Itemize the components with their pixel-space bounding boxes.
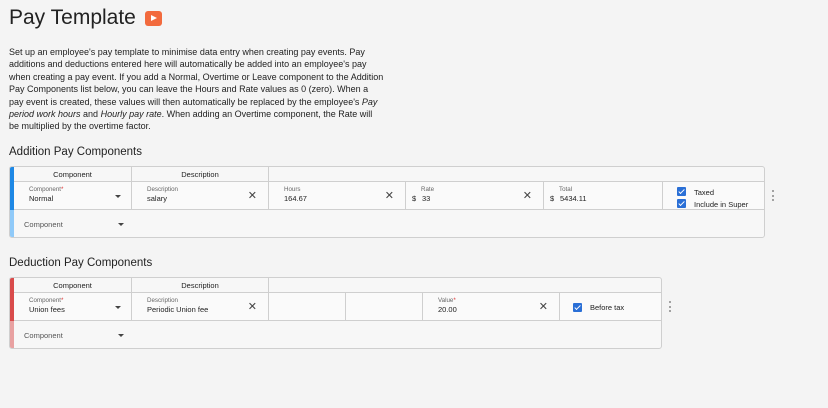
addition-hours-value: 164.67 <box>284 194 307 203</box>
clear-value-icon[interactable]: ✕ <box>539 302 548 313</box>
deduction-section-title: Deduction Pay Components <box>9 257 153 269</box>
before-tax-checkbox[interactable] <box>573 303 582 312</box>
deduction-description-field[interactable]: Description Periodic Union fee ✕ <box>132 293 269 320</box>
taxed-checkbox[interactable] <box>677 187 686 196</box>
page-title-text: Pay Template <box>9 6 136 29</box>
deduction-options: Before tax <box>560 293 661 320</box>
deduction-header-spacer <box>269 278 661 293</box>
deduction-component-select[interactable]: Component* Union fees <box>14 293 132 320</box>
addition-row-more-icon[interactable] <box>771 190 775 202</box>
deduction-component-value: Union fees <box>29 305 65 314</box>
addition-options: Taxed Include in Super <box>663 182 764 209</box>
total-currency: $ <box>550 194 555 203</box>
addition-rate-value: 33 <box>422 194 431 203</box>
deduction-blank-cell-2 <box>346 293 423 320</box>
taxed-label: Taxed <box>694 188 715 197</box>
addition-total-field: Total $ 5434.11 <box>544 182 663 209</box>
deduction-row-more-icon[interactable] <box>668 301 672 313</box>
addition-component-value: Normal <box>29 194 54 203</box>
rate-currency: $ <box>412 194 417 203</box>
addition-header-spacer <box>269 167 764 182</box>
include-super-checkbox[interactable] <box>677 199 686 208</box>
intro-text: Set up an employee's pay template to min… <box>9 47 384 132</box>
deduction-value-field[interactable]: Value* 20.00 ✕ <box>423 293 560 320</box>
include-super-label: Include in Super <box>694 200 749 209</box>
clear-rate-icon[interactable]: ✕ <box>523 191 532 202</box>
addition-section-title: Addition Pay Components <box>9 146 142 158</box>
chevron-down-icon[interactable] <box>115 306 121 309</box>
addition-new-component-select[interactable]: Component <box>14 211 132 237</box>
before-tax-label: Before tax <box>590 303 625 312</box>
addition-rate-field[interactable]: Rate $ 33 ✕ <box>406 182 544 209</box>
chevron-down-icon[interactable] <box>118 223 124 226</box>
addition-hours-field[interactable]: Hours 164.67 ✕ <box>269 182 406 209</box>
clear-hours-icon[interactable]: ✕ <box>385 191 394 202</box>
deduction-value-value: 20.00 <box>438 305 457 314</box>
addition-description-field[interactable]: Description salary ✕ <box>132 182 269 209</box>
addition-total-value: 5434.11 <box>560 194 587 203</box>
addition-header-description: Description <box>132 167 269 182</box>
deduction-blank-cell-1 <box>269 293 346 320</box>
addition-description-value: salary <box>147 194 168 203</box>
addition-components-panel: Component Description Component* Normal … <box>9 166 765 238</box>
divider <box>14 209 764 210</box>
video-play-icon[interactable] <box>144 10 162 26</box>
clear-description-icon[interactable]: ✕ <box>248 302 257 313</box>
addition-header-component: Component <box>14 167 132 182</box>
clear-description-icon[interactable]: ✕ <box>248 191 257 202</box>
divider <box>14 320 661 321</box>
deduction-description-value: Periodic Union fee <box>147 305 209 314</box>
addition-component-select[interactable]: Component* Normal <box>14 182 132 209</box>
deduction-header-description: Description <box>132 278 269 293</box>
chevron-down-icon[interactable] <box>115 195 121 198</box>
page-title: Pay Template <box>9 6 162 30</box>
chevron-down-icon[interactable] <box>118 334 124 337</box>
deduction-components-panel: Component Description Component* Union f… <box>9 277 662 349</box>
deduction-new-component-select[interactable]: Component <box>14 322 132 348</box>
deduction-header-component: Component <box>14 278 132 293</box>
